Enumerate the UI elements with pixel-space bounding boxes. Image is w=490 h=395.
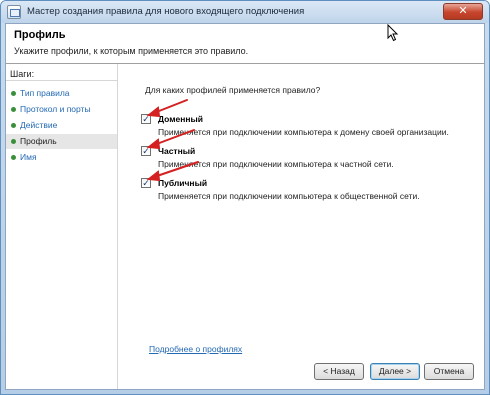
mouse-cursor-icon [387,24,399,42]
arrow-annotation-icon [146,99,188,118]
annotation-arrows [146,99,199,182]
wizard-window: Мастер создания правила для нового входя… [0,0,490,395]
arrow-annotation-icon [146,129,195,150]
arrow-annotation-icon [146,161,199,182]
